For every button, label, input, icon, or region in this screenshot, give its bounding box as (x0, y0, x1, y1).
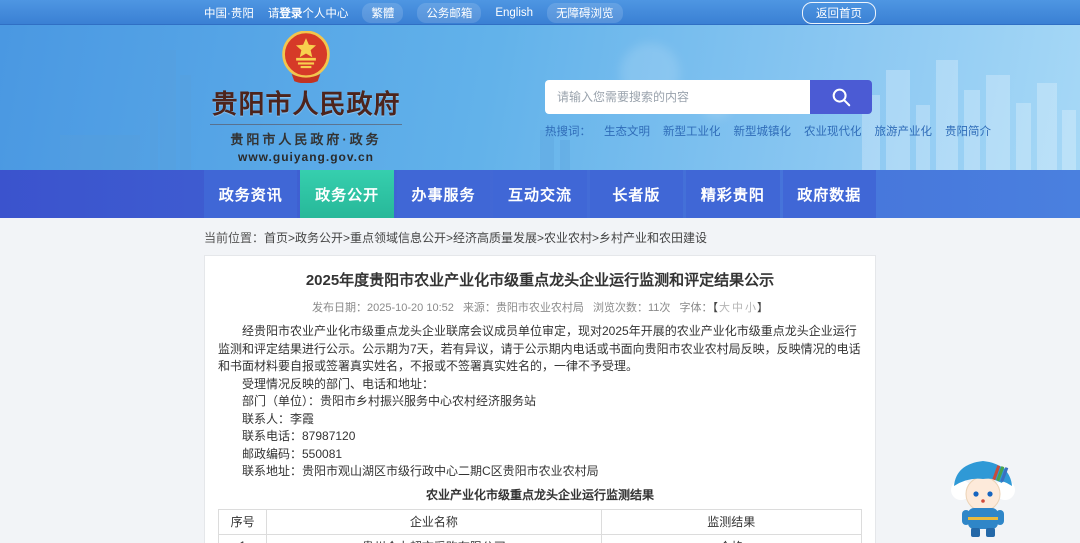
publish-date-label: 发布日期： (312, 302, 368, 314)
article-paragraph: 邮政编码：550081 (242, 446, 343, 461)
article-meta: 发布日期：2025-10-20 10:52 来源：贵阳市农业农村局 浏览次数：1… (218, 299, 862, 315)
site-logo[interactable]: 贵阳市人民政府 贵阳市人民政府·政务 www.guiyang.gov.cn (210, 31, 402, 164)
article-paragraph: 联系电话：87987120 (242, 429, 356, 443)
article-card: 2025年度贵阳市农业产业化市级重点龙头企业运行监测和评定结果公示 发布日期：2… (204, 255, 876, 543)
topbar-link[interactable]: 公务邮箱 (417, 2, 482, 23)
topbar-link-china-guiyang[interactable]: 中国·贵阳 (204, 5, 254, 21)
hot-search-label: 热搜词： (545, 126, 591, 138)
hot-search-word[interactable]: 新型城镇化 (734, 123, 792, 139)
hot-search-word[interactable]: 新型工业化 (663, 123, 721, 139)
hot-search-word[interactable]: 生态文明 (604, 123, 650, 139)
article-body: 经贵阳市农业产业化市级重点龙头企业联席会议成员单位审定，现对2025年开展的农业… (218, 323, 862, 481)
breadcrumb: 当前位置：首页>政务公开>重点领域信息公开>经济高质量发展>农业农村>乡村产业和… (204, 218, 876, 255)
search-block: 热搜词： 生态文明新型工业化新型城镇化农业现代化旅游产业化贵阳简介 (545, 80, 991, 139)
table-header-cell: 监测结果 (600, 508, 863, 535)
nav-tab[interactable]: 办事服务 (396, 170, 491, 218)
topbar: 中国·贵阳 请登录个人中心 繁體 公务邮箱 English 无障碍浏览 返回首页 (0, 0, 1080, 25)
cell-company-name: 贵州合力超市采购有限公司 (266, 533, 602, 543)
font-size-button[interactable]: 大 (718, 302, 731, 314)
site-url: www.guiyang.gov.cn (237, 150, 374, 164)
cell-index: 1 (217, 533, 268, 543)
search-icon (832, 88, 851, 107)
breadcrumb-label: 当前位置： (204, 231, 265, 245)
topbar-link[interactable]: English (495, 7, 533, 19)
nav-items: 政务资讯 政务公开 办事服务 互动交流 长者版 精彩贵阳 政府数据 (204, 170, 876, 218)
article-paragraph: 联系人：李霞 (242, 411, 315, 426)
back-home-button[interactable]: 返回首页 (802, 1, 876, 24)
hot-search-word[interactable]: 农业现代化 (804, 123, 862, 139)
table-header-row: 序号 企业名称 监测结果 (217, 508, 863, 535)
nav-tab[interactable]: 政务资讯 (204, 170, 298, 218)
hot-search-row: 热搜词： 生态文明 新型工业化 新型城镇化 农业现代化 旅游产业化 贵阳简介 (545, 123, 991, 139)
main-navigation: 政务资讯 政务公开 办事服务 互动交流 长者版 精彩贵阳 政府数据 (0, 170, 1080, 218)
header-banner: 贵阳市人民政府 贵阳市人民政府·政务 www.guiyang.gov.cn 热搜… (0, 25, 1080, 170)
source-value: 贵阳市农业农村局 (495, 302, 584, 314)
monitoring-results-table: 序号企业名称监测结果 1 贵州合力超市采购有限公司 合格 2 贵州友禾种业有限公… (217, 508, 863, 543)
views-value: 11次 (648, 302, 671, 314)
nav-tab[interactable]: 政务公开 (300, 170, 394, 218)
table-header-cell: 序号 (217, 508, 268, 535)
nav-tab[interactable]: 互动交流 (493, 170, 587, 218)
article-paragraph: 部门（单位）：贵阳市乡村振兴服务中心农村经济服务站 (242, 394, 537, 408)
table-body: 1 贵州合力超市采购有限公司 合格 2 贵州友禾种业有限公司 合格 3 贵州松果… (217, 533, 863, 543)
font-size-button[interactable]: 小 (744, 302, 757, 314)
hot-search-word[interactable]: 旅游产业化 (875, 123, 933, 139)
search-input[interactable] (545, 80, 810, 114)
table-header-cell: 企业名称 (266, 508, 602, 535)
font-size-buttons: 大中小 (718, 302, 757, 314)
hot-search-words: 生态文明 新型工业化 新型城镇化 农业现代化 旅游产业化 贵阳简介 (604, 123, 991, 139)
font-size-label: 字体： (679, 302, 713, 314)
breadcrumb-path[interactable]: 首页>政务公开>重点领域信息公开>经济高质量发展>农业农村>乡村产业和农田建设 (264, 231, 707, 245)
nav-tab[interactable]: 长者版 (589, 170, 684, 218)
nav-tab[interactable]: 政府数据 (782, 170, 876, 218)
topbar-login-link[interactable]: 请登录个人中心 (268, 5, 349, 21)
hot-search-word[interactable]: 贵阳简介 (945, 123, 991, 139)
site-name: 贵阳市人民政府 (211, 89, 401, 119)
font-size-bracket: 】 (756, 302, 768, 314)
topbar-link[interactable]: 繁體 (362, 2, 404, 23)
views-label: 浏览次数： (593, 302, 648, 314)
article-title: 2025年度贵阳市农业产业化市级重点龙头企业运行监测和评定结果公示 (305, 272, 775, 289)
cell-result: 合格 (600, 533, 863, 543)
article-paragraph: 经贵阳市农业产业化市级重点龙头企业联席会议成员单位审定，现对2025年开展的农业… (218, 324, 861, 373)
topbar-link[interactable]: 无障碍浏览 (547, 2, 623, 23)
article-paragraph: 受理情况反映的部门、电话和地址： (242, 376, 435, 391)
table-row: 1 贵州合力超市采购有限公司 合格 (217, 533, 863, 543)
nav-tab[interactable]: 精彩贵阳 (686, 170, 780, 218)
article-paragraph: 联系地址：贵阳市观山湖区市级行政中心二期C区贵阳市农业农村局 (242, 464, 599, 478)
table-title: 农业产业化市级重点龙头企业运行监测结果 (425, 487, 654, 502)
site-subtitle: 贵阳市人民政府·政务 (210, 124, 402, 148)
mascot-widget[interactable] (948, 450, 1018, 538)
source-label: 来源： (462, 302, 496, 314)
font-size-button[interactable]: 中 (731, 302, 744, 314)
topbar-links: 繁體 公务邮箱 English 无障碍浏览 (362, 2, 623, 23)
search-button[interactable] (810, 80, 872, 114)
publish-date: 2025-10-20 10:52 (367, 302, 454, 314)
national-emblem-icon (282, 31, 330, 83)
